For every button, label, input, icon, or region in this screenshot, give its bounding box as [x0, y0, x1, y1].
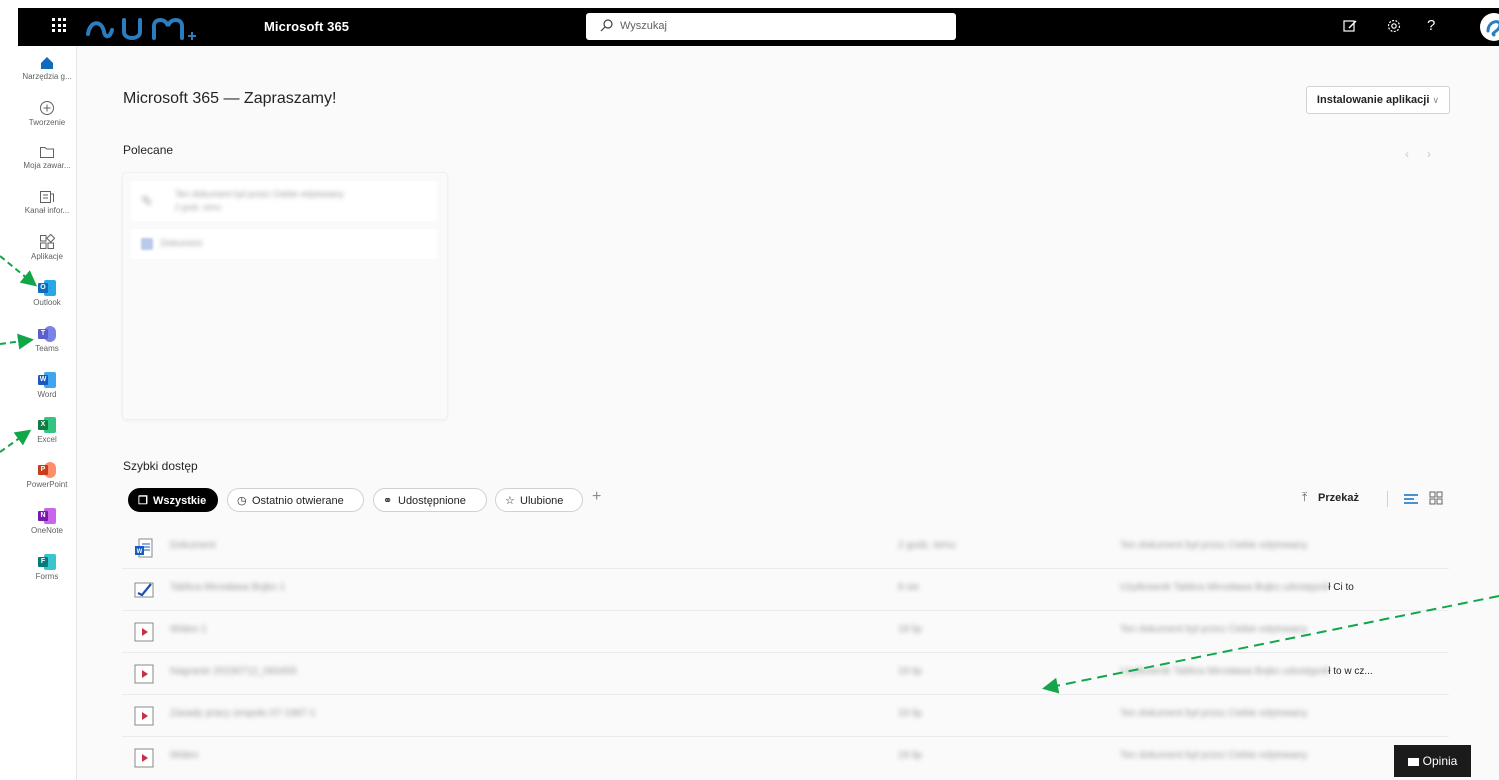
annotation-arrow-teams: [0, 333, 34, 350]
annotation-arrow-files: [1042, 595, 1499, 694]
annotation-arrows: [0, 255, 1499, 694]
annotation-arrow-excel: [0, 429, 32, 453]
annotation-arrow-outlook: [0, 255, 38, 287]
